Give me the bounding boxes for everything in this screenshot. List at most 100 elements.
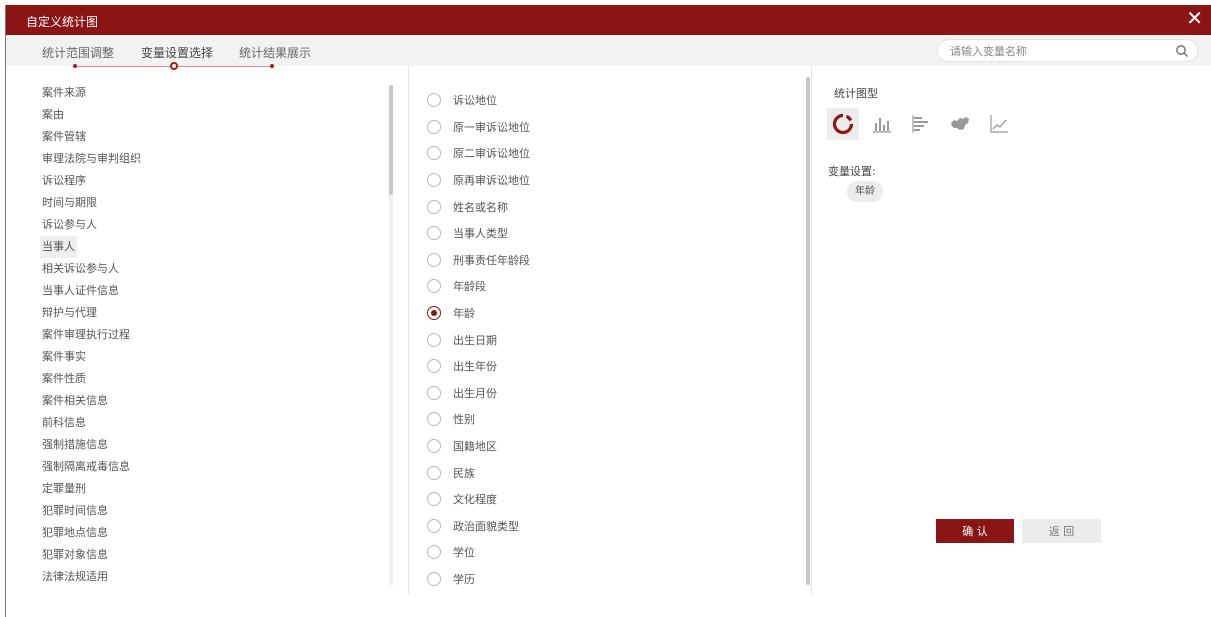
category-item[interactable]: 法律法规适用: [40, 566, 143, 588]
category-item[interactable]: 审理法院与审判组织: [40, 148, 143, 170]
variable-option[interactable]: 年龄段: [427, 273, 530, 300]
category-item[interactable]: 诉讼程序: [40, 170, 143, 192]
chart-type-title: 统计图型: [834, 87, 878, 100]
variable-option[interactable]: 原二审诉讼地位: [427, 140, 530, 167]
category-label: 当事人证件信息: [42, 284, 119, 297]
variable-option[interactable]: 学位: [427, 539, 530, 566]
line-chart-icon[interactable]: [983, 108, 1015, 140]
back-button[interactable]: 返 回: [1022, 519, 1101, 543]
variable-option[interactable]: 原一审诉讼地位: [427, 114, 530, 141]
variable-option[interactable]: 姓名或名称: [427, 193, 530, 220]
category-item[interactable]: 相关诉讼参与人: [40, 258, 143, 280]
radio-unchecked[interactable]: [427, 93, 441, 108]
radio-unchecked[interactable]: [427, 332, 441, 347]
tab-variable-settings[interactable]: 变量设置选择: [141, 44, 213, 61]
variable-scrollbar-thumb[interactable]: [806, 77, 810, 585]
radio-unchecked[interactable]: [427, 252, 441, 267]
variable-option[interactable]: 民族: [427, 459, 530, 486]
variable-label: 年龄段: [453, 280, 486, 294]
donut-chart-icon[interactable]: [827, 108, 859, 140]
category-item[interactable]: 犯罪时间信息: [40, 500, 143, 522]
category-label: 案件来源: [42, 86, 86, 99]
radio-unchecked[interactable]: [427, 439, 441, 454]
variable-scrollbar[interactable]: [806, 77, 810, 585]
category-item[interactable]: 犯罪对象信息: [40, 544, 143, 566]
category-item[interactable]: 诉讼参与人: [40, 214, 143, 236]
category-label: 时间与期限: [42, 196, 97, 209]
variable-label: 原一审诉讼地位: [453, 120, 530, 134]
variable-label: 文化程度: [453, 493, 497, 507]
title-bar: 自定义统计图 ✕: [6, 5, 1211, 35]
category-scrollbar-thumb[interactable]: [389, 85, 393, 195]
radio-unchecked[interactable]: [427, 465, 441, 480]
variable-option[interactable]: 国籍地区: [427, 433, 530, 460]
radio-unchecked[interactable]: [427, 545, 441, 560]
category-label: 案件管辖: [42, 130, 86, 143]
category-label: 案由: [42, 108, 64, 121]
variable-label: 民族: [453, 466, 475, 480]
tab-scope[interactable]: 统计范围调整: [42, 44, 114, 61]
radio-unchecked[interactable]: [427, 385, 441, 400]
radio-unchecked[interactable]: [427, 119, 441, 134]
variable-option[interactable]: 性别: [427, 406, 530, 433]
radio-unchecked[interactable]: [427, 226, 441, 241]
category-item[interactable]: 前科信息: [40, 412, 143, 434]
radio-unchecked[interactable]: [427, 146, 441, 161]
radio-unchecked[interactable]: [427, 412, 441, 427]
horizontal-bar-chart-icon[interactable]: [905, 108, 937, 140]
search-icon[interactable]: [1175, 44, 1189, 58]
category-label: 强制隔离戒毒信息: [42, 460, 130, 473]
variable-option[interactable]: 诉讼地位: [427, 87, 530, 114]
variable-label: 刑事责任年龄段: [453, 253, 530, 267]
map-chart-icon[interactable]: [944, 108, 976, 140]
variable-option[interactable]: 出生月份: [427, 380, 530, 407]
variable-label: 诉讼地位: [453, 94, 497, 108]
close-icon[interactable]: ✕: [1186, 8, 1203, 28]
variable-option[interactable]: 文化程度: [427, 486, 530, 513]
category-item[interactable]: 当事人: [40, 236, 143, 258]
variable-option[interactable]: 学历: [427, 566, 530, 593]
radio-checked[interactable]: [427, 306, 441, 321]
radio-unchecked[interactable]: [427, 492, 441, 507]
radio-unchecked[interactable]: [427, 518, 441, 533]
bar-chart-icon[interactable]: [866, 108, 898, 140]
category-item[interactable]: 案件管辖: [40, 126, 143, 148]
category-label: 案件审理执行过程: [42, 328, 130, 341]
category-item[interactable]: 案件事实: [40, 346, 143, 368]
category-item[interactable]: 辩护与代理: [40, 302, 143, 324]
radio-unchecked[interactable]: [427, 173, 441, 188]
variable-label: 原二审诉讼地位: [453, 147, 530, 161]
tab-results[interactable]: 统计结果展示: [239, 44, 311, 61]
variable-option[interactable]: 出生日期: [427, 326, 530, 353]
radio-unchecked[interactable]: [427, 279, 441, 294]
category-item[interactable]: 案件来源: [40, 82, 143, 104]
category-item[interactable]: 当事人证件信息: [40, 280, 143, 302]
confirm-button[interactable]: 确 认: [936, 519, 1014, 543]
category-item[interactable]: 案件性质: [40, 368, 143, 390]
variable-label: 姓名或名称: [453, 200, 508, 214]
category-item[interactable]: 强制措施信息: [40, 434, 143, 456]
variable-option[interactable]: 当事人类型: [427, 220, 530, 247]
variable-option[interactable]: 出生年份: [427, 353, 530, 380]
variable-option[interactable]: 年龄: [427, 300, 530, 327]
category-item[interactable]: 定罪量刑: [40, 478, 143, 500]
category-item[interactable]: 强制隔离戒毒信息: [40, 456, 143, 478]
category-item[interactable]: 犯罪地点信息: [40, 522, 143, 544]
variable-option[interactable]: 刑事责任年龄段: [427, 247, 530, 274]
category-item[interactable]: 案件审理执行过程: [40, 324, 143, 346]
radio-unchecked[interactable]: [427, 199, 441, 214]
search-input[interactable]: [950, 43, 1165, 59]
radio-unchecked[interactable]: [427, 359, 441, 374]
category-item[interactable]: 案由: [40, 104, 143, 126]
category-scrollbar[interactable]: [389, 85, 393, 585]
variable-label: 出生年份: [453, 360, 497, 374]
variable-option[interactable]: 原再审诉讼地位: [427, 167, 530, 194]
selected-variable-chip[interactable]: 年龄: [847, 181, 883, 202]
radio-unchecked[interactable]: [427, 571, 441, 586]
category-item[interactable]: 案件相关信息: [40, 390, 143, 412]
category-item[interactable]: 时间与期限: [40, 192, 143, 214]
variable-label: 学历: [453, 572, 475, 586]
variable-option[interactable]: 政治面貌类型: [427, 513, 530, 540]
category-label: 犯罪地点信息: [42, 526, 108, 539]
category-label: 强制措施信息: [42, 438, 108, 451]
